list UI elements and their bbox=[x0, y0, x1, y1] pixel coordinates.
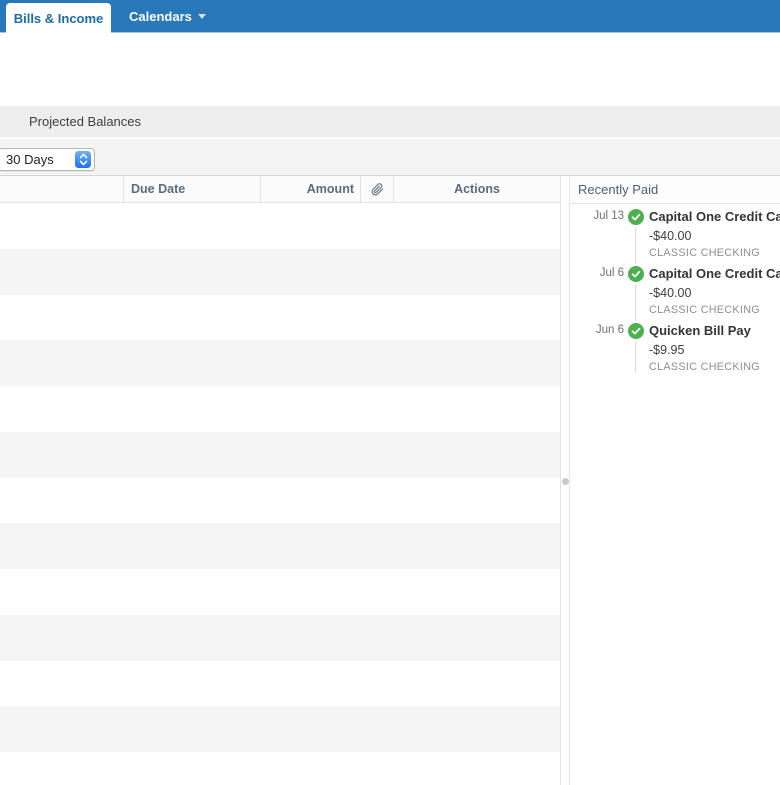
entry-payee: Quicken Bill Pay bbox=[649, 323, 751, 338]
tab-bills-and-income-label: Bills & Income bbox=[13, 10, 104, 26]
bills-table: Due Date Amount Actions bbox=[0, 176, 561, 785]
table-row bbox=[0, 248, 560, 295]
check-circle-icon bbox=[628, 266, 644, 282]
filter-bar: 30 Days bbox=[0, 139, 780, 176]
entry-amount: -$40.00 bbox=[649, 229, 692, 243]
date-range-select[interactable]: 30 Days bbox=[0, 148, 95, 171]
entry-amount: -$40.00 bbox=[649, 286, 692, 300]
splitter-handle-dot bbox=[561, 478, 569, 485]
projected-balances-header: Projected Balances bbox=[0, 106, 780, 138]
paperclip-icon bbox=[371, 182, 383, 195]
recently-paid-list: Jul 13 Capital One Credit Card -$40.00 C… bbox=[570, 209, 780, 380]
entry-payee: Capital One Credit Card bbox=[649, 266, 780, 281]
column-header-blank bbox=[0, 176, 123, 202]
date-range-selected-value: 30 Days bbox=[6, 152, 54, 167]
main-content: Due Date Amount Actions Recently Paid Ju… bbox=[0, 176, 780, 785]
entry-amount: -$9.95 bbox=[649, 343, 685, 357]
entry-account: CLASSIC CHECKING bbox=[649, 361, 760, 373]
table-row bbox=[0, 294, 560, 341]
chevron-down-icon bbox=[197, 13, 206, 19]
column-header-actions: Actions bbox=[393, 176, 560, 202]
entry-account: CLASSIC CHECKING bbox=[649, 304, 760, 316]
top-tab-bar: Bills & Income Calendars bbox=[0, 0, 780, 33]
table-row bbox=[0, 477, 560, 524]
entry-account: CLASSIC CHECKING bbox=[649, 247, 760, 259]
table-row bbox=[0, 340, 560, 386]
table-row bbox=[0, 203, 560, 249]
table-row bbox=[0, 523, 560, 569]
entry-date: Jul 6 bbox=[599, 267, 624, 279]
table-row bbox=[0, 706, 560, 752]
entry-date: Jul 13 bbox=[593, 210, 624, 222]
table-row bbox=[0, 614, 560, 661]
table-row bbox=[0, 431, 560, 478]
entry-date: Jun 6 bbox=[595, 324, 624, 336]
bills-table-body bbox=[0, 203, 560, 785]
bills-table-header: Due Date Amount Actions bbox=[0, 176, 560, 203]
app-window: Bills & Income Calendars Projected Balan… bbox=[0, 0, 780, 785]
projected-balances-title: Projected Balances bbox=[29, 114, 142, 129]
entry-payee: Capital One Credit Card bbox=[649, 209, 780, 224]
table-row bbox=[0, 569, 560, 615]
column-header-due-date: Due Date bbox=[123, 176, 260, 202]
up-down-chevrons-icon bbox=[75, 151, 91, 168]
check-circle-icon bbox=[628, 209, 644, 225]
tab-bills-and-income[interactable]: Bills & Income bbox=[6, 3, 111, 33]
recently-paid-entry[interactable]: Jul 13 Capital One Credit Card -$40.00 C… bbox=[570, 209, 780, 259]
tab-calendars-label: Calendars bbox=[129, 8, 192, 24]
recently-paid-title: Recently Paid bbox=[570, 176, 780, 204]
table-row bbox=[0, 752, 560, 785]
recently-paid-entry[interactable]: Jun 6 Quicken Bill Pay -$9.95 CLASSIC CH… bbox=[570, 323, 780, 373]
recently-paid-panel: Recently Paid Jul 13 Capital One Credit … bbox=[569, 176, 780, 785]
tab-calendars[interactable]: Calendars bbox=[129, 0, 206, 32]
panel-splitter[interactable] bbox=[561, 176, 569, 785]
recently-paid-entry[interactable]: Jul 6 Capital One Credit Card -$40.00 CL… bbox=[570, 266, 780, 316]
check-circle-icon bbox=[628, 323, 644, 339]
column-header-attachment bbox=[360, 176, 393, 202]
table-row bbox=[0, 386, 560, 432]
column-header-amount: Amount bbox=[260, 176, 360, 202]
table-row bbox=[0, 660, 560, 707]
